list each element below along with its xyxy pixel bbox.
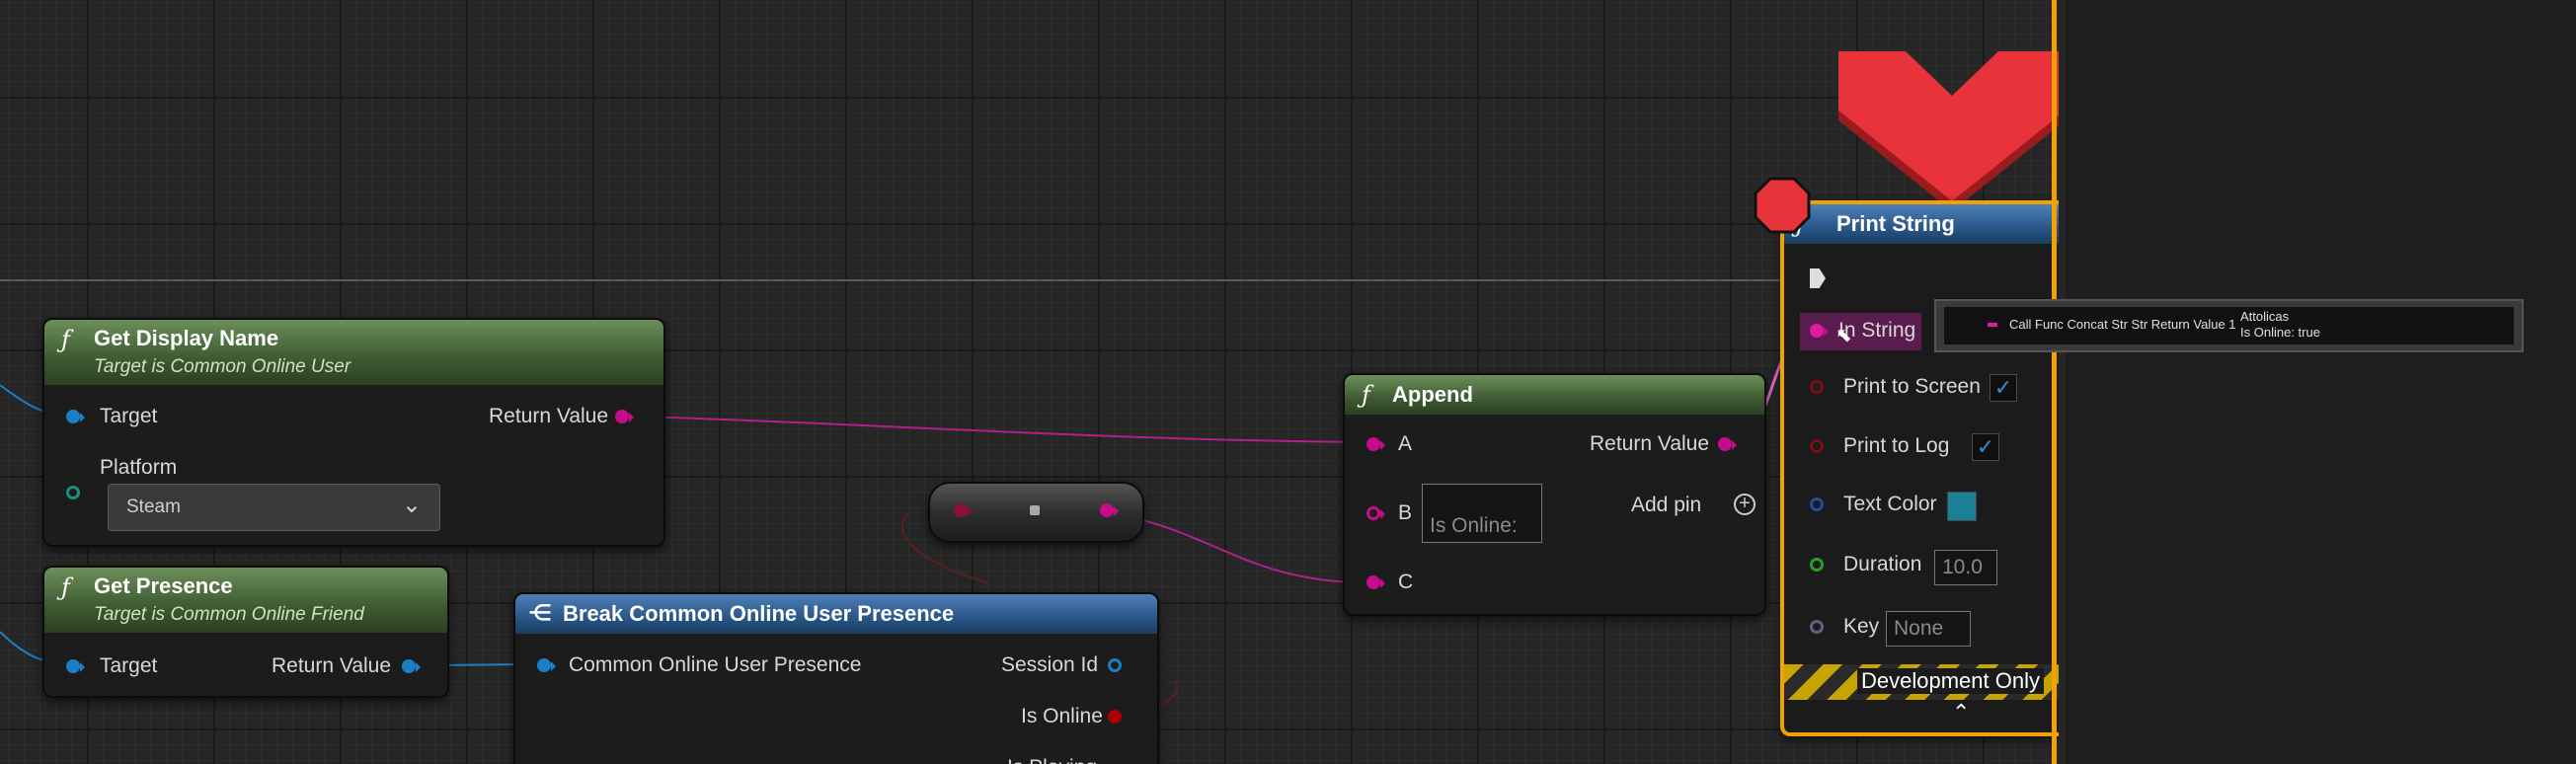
node-get-display-name[interactable]: ƒ Get Display Name Target is Common Onli… [42, 318, 665, 547]
a-pin[interactable] [1366, 437, 1385, 453]
target-pin[interactable] [66, 659, 85, 675]
duration-input[interactable]: 10.0 [1934, 550, 1997, 585]
function-icon: ƒ [61, 326, 70, 353]
print-to-log-checkbox[interactable]: ✓ [1972, 433, 1999, 461]
b-pin[interactable] [1366, 506, 1385, 522]
text-color-pin[interactable] [1810, 497, 1828, 513]
print-to-screen-pin[interactable] [1810, 380, 1828, 396]
a-label: A [1398, 432, 1413, 455]
node-append[interactable]: ƒ Append A Return Value B Is Online: Add… [1343, 373, 1766, 616]
reroute-node[interactable] [928, 482, 1144, 543]
blueprint-graph[interactable]: ƒ Get Display Name Target is Common Onli… [0, 0, 2059, 764]
return-value-label: Return Value [489, 405, 609, 427]
node-header: ƒ Print String [1784, 204, 2059, 244]
node-header: ƒ Get Display Name Target is Common Onli… [44, 320, 664, 385]
tooltip-label: Call Func Concat Str Str Return Value 1 [2009, 317, 2236, 332]
node-title: Break Common Online User Presence [563, 601, 955, 626]
key-input[interactable]: None [1886, 611, 1971, 647]
is-playing-label: Is Playing [1007, 756, 1097, 764]
node-header: ⋲ Break Common Online User Presence [515, 594, 1157, 634]
node-print-string[interactable]: ƒ Print String In String ⬉ Print to Scre… [1780, 200, 2059, 736]
return-value-pin[interactable] [615, 410, 634, 425]
reroute-dot [1030, 505, 1040, 515]
print-to-log-pin[interactable] [1810, 439, 1828, 455]
duration-label: Duration [1843, 553, 1922, 575]
key-pin[interactable] [1810, 620, 1828, 636]
chevron-down-icon: ⌄ [401, 492, 422, 518]
cursor-icon: ⬉ [1835, 325, 1852, 346]
node-title: Append [1392, 382, 1473, 407]
node-subtitle: Target is Common Online Friend [94, 604, 364, 625]
target-label: Target [100, 405, 158, 427]
collapse-chevron-icon[interactable]: ⌃ [1952, 700, 1970, 726]
wire-reroute-to-append-c [1113, 512, 1354, 583]
return-value-pin[interactable] [1718, 437, 1737, 453]
platform-value: Steam [126, 497, 181, 517]
return-value-pin[interactable] [402, 659, 421, 675]
presence-input-pin[interactable] [537, 658, 556, 674]
break-struct-icon: ⋲ [529, 600, 551, 625]
reroute-input-pin[interactable] [954, 503, 973, 519]
node-title: Get Presence [94, 573, 233, 598]
return-value-label: Return Value [272, 654, 392, 677]
node-title: Print String [1836, 211, 1955, 236]
pin-value-tooltip: Call Func Concat Str Str Return Value 1 … [1934, 299, 2524, 352]
presence-input-label: Common Online User Presence [569, 653, 862, 676]
session-id-label: Session Id [1001, 653, 1099, 676]
function-icon: ƒ [1362, 381, 1370, 409]
print-to-screen-label: Print to Screen [1843, 375, 1981, 398]
chevron-down-icon [1838, 51, 2059, 201]
exec-pin[interactable] [1810, 268, 1826, 288]
platform-label: Platform [100, 456, 178, 479]
tooltip-value-line1: Attolicas [2240, 309, 2290, 324]
c-pin[interactable] [1366, 575, 1385, 591]
is-online-pin[interactable] [1108, 710, 1126, 726]
node-header: ƒ Append [1345, 375, 1764, 415]
function-icon: ƒ [61, 573, 70, 601]
node-subtitle: Target is Common Online User [94, 356, 351, 377]
duration-pin[interactable] [1810, 558, 1828, 573]
node-break-presence[interactable]: ⋲ Break Common Online User Presence Comm… [513, 592, 1159, 764]
right-panel [2066, 0, 2576, 764]
print-to-log-label: Print to Log [1843, 434, 1950, 457]
wire-display-name-to-append-a [641, 416, 1364, 443]
node-header: ƒ Get Presence Target is Common Online F… [44, 568, 447, 633]
panel-divider[interactable] [2052, 0, 2057, 764]
print-to-screen-checkbox[interactable]: ✓ [1990, 374, 2017, 402]
platform-dropdown[interactable]: Steam ⌄ [108, 484, 440, 531]
add-pin-label: Add pin [1631, 494, 1702, 516]
development-only-banner: Development Only [1784, 664, 2059, 700]
tooltip-value-line2: Is Online: true [2240, 325, 2320, 340]
return-value-label: Return Value [1590, 432, 1710, 455]
breakpoint-icon[interactable] [1754, 177, 1811, 234]
node-title: Get Display Name [94, 326, 279, 350]
text-color-swatch[interactable] [1947, 492, 1977, 521]
c-label: C [1398, 571, 1414, 593]
reroute-output-pin[interactable] [1100, 503, 1119, 519]
node-get-presence[interactable]: ƒ Get Presence Target is Common Online F… [42, 566, 449, 698]
session-id-pin[interactable] [1108, 658, 1126, 674]
is-online-label: Is Online [1021, 705, 1103, 727]
platform-pin[interactable] [66, 486, 84, 501]
in-string-pin[interactable] [1810, 324, 1829, 340]
key-label: Key [1843, 615, 1880, 638]
separator-line [0, 279, 2059, 281]
b-value-input[interactable]: Is Online: [1422, 484, 1542, 543]
development-only-label: Development Only [1857, 668, 2044, 694]
target-label: Target [100, 654, 158, 677]
add-pin-icon[interactable]: + [1734, 494, 1756, 515]
text-color-label: Text Color [1843, 493, 1937, 515]
string-pin-icon [1988, 323, 1997, 327]
b-label: B [1398, 501, 1413, 524]
target-pin[interactable] [66, 410, 85, 425]
